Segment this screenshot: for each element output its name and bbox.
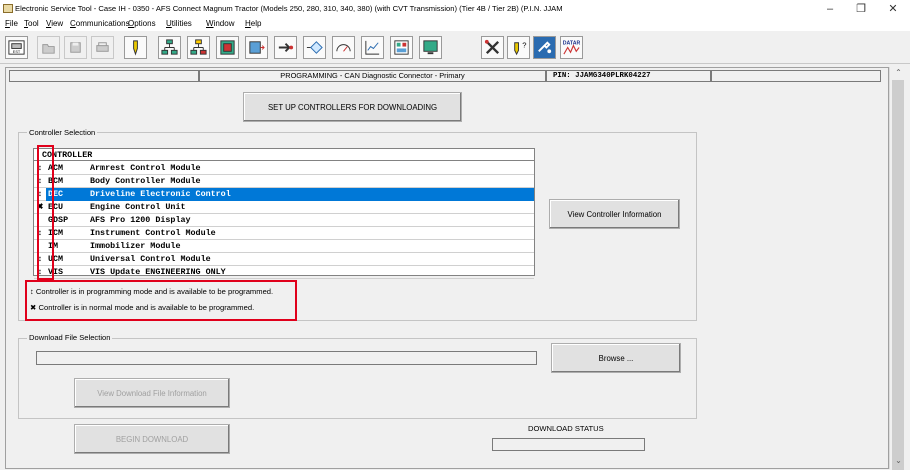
- menu-window[interactable]: Window: [206, 19, 234, 28]
- controller-list[interactable]: CONTROLLER ↕ ACM Armrest Control Module ↕ BC…: [33, 148, 535, 279]
- meter-icon[interactable]: [332, 36, 355, 59]
- legend-normal-mode: ✖ Controller is in normal mode and is av…: [30, 303, 254, 312]
- controller-name: Engine Control Unit: [90, 202, 186, 212]
- svg-text:?: ?: [522, 41, 526, 50]
- connect-icon[interactable]: [124, 36, 147, 59]
- pin-text: PIN: JJAMG340PLRK04227: [553, 72, 651, 80]
- diamond-icon[interactable]: [303, 36, 326, 59]
- controller-name: Body Controller Module: [90, 176, 201, 186]
- svg-text:EST: EST: [13, 50, 21, 54]
- controller-list-header: CONTROLLER: [34, 149, 534, 161]
- programming-mode-text: Controller is in programming mode and is…: [35, 287, 274, 296]
- maximize-button[interactable]: ❐: [846, 2, 876, 16]
- est-icon[interactable]: EST: [5, 36, 28, 59]
- menu-tool[interactable]: Tool: [24, 19, 39, 28]
- setup-controllers-button[interactable]: SET UP CONTROLLERS FOR DOWNLOADING: [243, 92, 462, 122]
- download-file-label: Download File Selection: [27, 333, 113, 342]
- graph-icon[interactable]: [361, 36, 384, 59]
- controller-name: AFS Pro 1200 Display: [90, 215, 191, 225]
- download-file-path-field[interactable]: [36, 351, 537, 365]
- browse-button[interactable]: Browse ...: [551, 343, 681, 373]
- controller-row-ucm[interactable]: ↕ UCM Universal Control Module: [34, 253, 534, 266]
- close-button[interactable]: ✕: [878, 2, 908, 16]
- status-pin: PIN: JJAMG340PLRK04227: [546, 70, 711, 82]
- module-icon[interactable]: [216, 36, 239, 59]
- normal-mode-text: Controller is in normal mode and is avai…: [38, 303, 255, 312]
- controller-row-icm[interactable]: ↕ ICM Instrument Control Module: [34, 227, 534, 240]
- forward-icon[interactable]: [274, 36, 297, 59]
- menu-options[interactable]: Options: [128, 19, 156, 28]
- controller-selection-label: Controller Selection: [27, 128, 98, 137]
- programming-mode-icon: ↕: [30, 287, 34, 296]
- settings-icon[interactable]: [533, 36, 556, 59]
- tools-icon[interactable]: [481, 36, 504, 59]
- menu-file[interactable]: File: [5, 19, 18, 28]
- scroll-thumb[interactable]: [892, 80, 904, 470]
- scroll-down-icon[interactable]: ⌄: [890, 455, 907, 467]
- datar-label: DATAR: [563, 41, 581, 47]
- controller-name: Universal Control Module: [90, 254, 211, 264]
- network-icon[interactable]: [158, 36, 181, 59]
- controller-name: VIS Update ENGINEERING ONLY: [90, 267, 226, 277]
- window-title: Electronic Service Tool - Case IH - 0350…: [15, 4, 563, 13]
- network-alt-icon[interactable]: [187, 36, 210, 59]
- minimize-button[interactable]: –: [815, 2, 845, 16]
- controller-row-gdsp[interactable]: GDSP AFS Pro 1200 Display: [34, 214, 534, 227]
- menu-communications[interactable]: Communications: [70, 19, 130, 28]
- controller-name: Armrest Control Module: [90, 163, 201, 173]
- controller-row-im[interactable]: IM Immobilizer Module: [34, 240, 534, 253]
- status-mode-text: PROGRAMMING - CAN Diagnostic Connector -…: [280, 71, 465, 80]
- menu-help[interactable]: Help: [245, 19, 261, 28]
- controller-row-dec[interactable]: ↕ DEC Driveline Electronic Control: [34, 188, 534, 201]
- datar-icon[interactable]: DATAR: [560, 36, 583, 59]
- scroll-up-icon[interactable]: ⌃: [890, 67, 907, 79]
- monitor-icon[interactable]: [419, 36, 442, 59]
- normal-mode-icon: ✖: [30, 303, 37, 312]
- controller-icon[interactable]: [390, 36, 413, 59]
- status-column-highlight: [37, 145, 54, 280]
- legend-programming-mode: ↕ Controller is in programming mode and …: [30, 287, 273, 296]
- begin-download-button: BEGIN DOWNLOAD: [74, 424, 230, 454]
- view-controller-info-button[interactable]: View Controller Information: [549, 199, 680, 229]
- controller-name: Driveline Electronic Control: [90, 188, 534, 201]
- status-right-cell: [711, 70, 881, 82]
- open-icon[interactable]: [37, 36, 60, 59]
- flash-icon[interactable]: [245, 36, 268, 59]
- download-status-label: DOWNLOAD STATUS: [528, 424, 604, 433]
- controller-name: Instrument Control Module: [90, 228, 216, 238]
- help-icon[interactable]: ?: [507, 36, 530, 59]
- save-icon[interactable]: [64, 36, 87, 59]
- view-download-file-info-button: View Download File Information: [74, 378, 230, 408]
- download-status-bar: [492, 438, 645, 451]
- menu-view[interactable]: View: [46, 19, 63, 28]
- controller-row-vis[interactable]: ↕ VIS VIS Update ENGINEERING ONLY: [34, 266, 534, 279]
- status-left-cell: [9, 70, 199, 82]
- controller-row-ecu[interactable]: ✖ ECU Engine Control Unit: [34, 201, 534, 214]
- controller-row-bcm[interactable]: ↕ BCM Body Controller Module: [34, 175, 534, 188]
- vertical-scrollbar[interactable]: ⌃ ⌄: [889, 67, 907, 470]
- controller-name: Immobilizer Module: [90, 241, 181, 251]
- status-mode: PROGRAMMING - CAN Diagnostic Connector -…: [199, 70, 546, 82]
- controller-row-acm[interactable]: ↕ ACM Armrest Control Module: [34, 162, 534, 175]
- app-icon: [3, 4, 13, 13]
- print-icon[interactable]: [91, 36, 114, 59]
- menu-utilities[interactable]: Utilities: [166, 19, 192, 28]
- toolbar: EST ? DATAR: [0, 32, 910, 64]
- title-bar: Electronic Service Tool - Case IH - 0350…: [0, 0, 910, 18]
- menu-bar: File Tool View Communications Options Ut…: [0, 18, 910, 31]
